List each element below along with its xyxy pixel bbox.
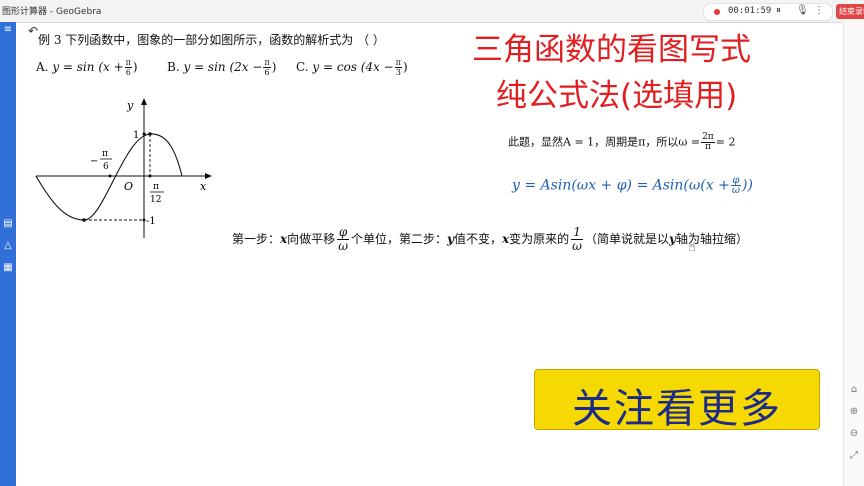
pause-icon[interactable]: ⏸ bbox=[776, 5, 781, 16]
y-axis-arrow-icon bbox=[141, 98, 147, 105]
window-titlebar: 图形计算器 - GeoGebra 00:01:59 ⏸ 🎙 ⋮ 结束录制 bbox=[0, 0, 864, 23]
undo-icon[interactable]: ↶ bbox=[28, 24, 38, 38]
option-c: C. y = cos (4x − π 3) bbox=[296, 58, 408, 77]
step-var: y bbox=[447, 232, 454, 246]
step-den: ω bbox=[338, 239, 348, 253]
fullscreen-icon[interactable]: ⤢ bbox=[847, 450, 861, 461]
option-close: ) bbox=[403, 60, 408, 74]
x-axis-arrow-icon bbox=[205, 173, 212, 179]
step-text: 值不变， bbox=[453, 232, 502, 246]
option-num: π bbox=[263, 58, 271, 68]
right-tick-point bbox=[148, 174, 152, 178]
option-func: y = cos (4x − bbox=[312, 60, 394, 74]
left-zero-point bbox=[108, 174, 112, 178]
home-icon[interactable]: ⌂ bbox=[847, 384, 861, 395]
menu-icon[interactable]: ⋮ bbox=[814, 5, 824, 16]
step-text: 变为原来的 bbox=[509, 232, 570, 246]
step-num: φ bbox=[337, 225, 349, 240]
option-fraction: π6 bbox=[124, 58, 132, 77]
option-label: C. bbox=[296, 60, 309, 74]
record-dot-icon bbox=[714, 9, 720, 15]
option-a: A. y = sin (x + π 6) bbox=[36, 58, 138, 77]
step-text: 轴为轴拉缩） bbox=[675, 232, 748, 246]
step-text: 第一步： bbox=[232, 232, 281, 246]
recorder-bar: 00:01:59 ⏸ 🎙 ⋮ bbox=[703, 3, 833, 21]
left-minus-sign: − bbox=[90, 156, 98, 167]
formula-fraction: φω bbox=[730, 176, 741, 196]
step-text: 向做平移 bbox=[287, 232, 336, 246]
option-func: y = sin (2x − bbox=[183, 60, 263, 74]
option-num: π bbox=[124, 58, 132, 68]
option-den: 6 bbox=[125, 68, 131, 77]
problem-text: 下列函数中，图象的一部分如图所示，函数的解析式为 （ ） bbox=[65, 33, 385, 47]
max-point bbox=[148, 132, 152, 136]
note-den: π bbox=[704, 142, 711, 152]
general-formula: y = Asin(ωx + φ) = Asin(ω(x + φ ω)) bbox=[512, 176, 753, 196]
zoom-out-icon[interactable]: ⊖ bbox=[847, 428, 861, 439]
microphone-icon[interactable]: 🎙 bbox=[796, 5, 809, 16]
option-num: π bbox=[394, 58, 403, 68]
zoom-in-icon[interactable]: ⊕ bbox=[847, 406, 861, 417]
step-var: y bbox=[668, 232, 676, 246]
sine-graph: y x O 1 -1 − π 6 π 12 bbox=[35, 98, 212, 238]
problem-prefix: 例 3 bbox=[38, 33, 62, 47]
left-den: 6 bbox=[103, 162, 109, 172]
y-one-label: 1 bbox=[133, 130, 139, 141]
y-one-tick bbox=[142, 132, 146, 136]
note-text: 此题，显然A = 1，周期是π，所以ω = bbox=[508, 135, 701, 149]
step-fraction: φω bbox=[337, 226, 349, 253]
right-toolbar: ⌂ ⊕ ⊖ ⤢ bbox=[843, 22, 864, 486]
option-close: ) bbox=[132, 60, 138, 74]
option-close: ) bbox=[271, 60, 277, 74]
follow-banner-text: 关注看更多 bbox=[572, 386, 782, 432]
transformation-steps: 第一步：x向做平移 φ ω 个单位，第二步：y值不变，x变为原来的 1 ω （简单说就是以y… bbox=[232, 226, 748, 253]
solution-note: 此题，显然A = 1，周期是π，所以ω = 2π π = 2 bbox=[508, 133, 735, 152]
min-point bbox=[82, 218, 86, 222]
note-fraction: 2π π bbox=[701, 133, 715, 152]
step-text: （简单说就是以 bbox=[584, 232, 669, 246]
window-title: 图形计算器 - GeoGebra bbox=[2, 7, 102, 17]
left-num: π bbox=[102, 149, 108, 159]
y-axis-label: y bbox=[126, 99, 134, 112]
end-recording-button[interactable]: 结束录制 bbox=[836, 4, 864, 19]
option-func: y = sin (x + bbox=[52, 60, 124, 74]
tool-icon-1[interactable]: ▤ bbox=[1, 218, 15, 229]
right-num: π bbox=[153, 182, 159, 192]
option-den: 6 bbox=[264, 68, 270, 77]
right-den: 12 bbox=[150, 195, 161, 205]
option-den: 3 bbox=[395, 68, 401, 77]
option-b: B. y = sin (2x − π 6) bbox=[167, 58, 276, 77]
left-sidebar: ≡ ▤ △ ▦ bbox=[0, 22, 16, 486]
problem-statement: 例 3 下列函数中，图象的一部分如图所示，函数的解析式为 （ ） bbox=[38, 31, 385, 48]
follow-banner[interactable]: 关注看更多 bbox=[534, 369, 820, 432]
tool-icon-3[interactable]: ▦ bbox=[1, 262, 15, 273]
option-fraction: π6 bbox=[263, 58, 271, 77]
hand-cursor-icon: ☝ bbox=[688, 240, 696, 255]
option-label: A. bbox=[36, 60, 49, 74]
option-label: B. bbox=[167, 60, 180, 74]
note-tail: = 2 bbox=[715, 135, 736, 149]
heading-line-1: 三角函数的看图写式 bbox=[472, 32, 751, 68]
formula-left: y = Asin(ωx + φ) = Asin(ω(x + bbox=[512, 177, 730, 194]
recorder-time: 00:01:59 bbox=[728, 6, 772, 16]
step-text: 个单位，第二步： bbox=[350, 232, 447, 246]
option-fraction: π3 bbox=[394, 58, 403, 77]
tool-icon-2[interactable]: △ bbox=[1, 240, 15, 251]
origin-label: O bbox=[124, 180, 133, 193]
step-den: ω bbox=[572, 239, 582, 253]
y-neg-one-label: -1 bbox=[146, 216, 156, 227]
step-num: 1 bbox=[571, 226, 583, 240]
heading-line-2: 纯公式法(选填用) bbox=[496, 78, 738, 114]
formula-den: ω bbox=[731, 185, 740, 196]
x-axis-label: x bbox=[200, 180, 207, 193]
step-fraction: 1ω bbox=[571, 226, 583, 253]
formula-right: )) bbox=[742, 177, 753, 194]
hamburger-menu-icon[interactable]: ≡ bbox=[1, 24, 15, 35]
